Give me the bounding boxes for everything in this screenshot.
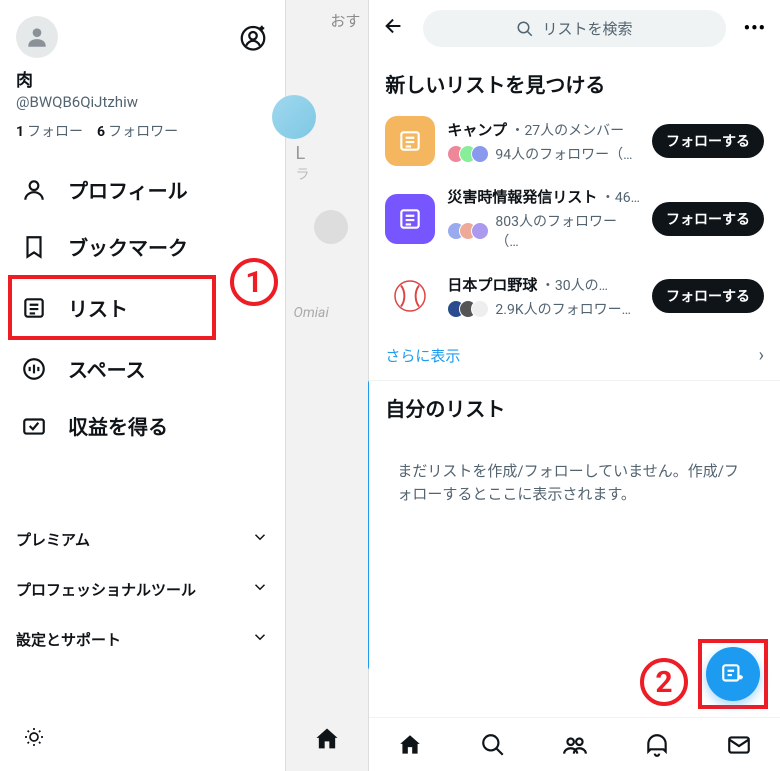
search-icon [516,20,534,38]
bookmark-icon [20,233,48,261]
follow-list-button[interactable]: フォローする [652,279,764,313]
theme-toggle-icon[interactable] [16,719,52,755]
list-followers-count: 94人のフォロワー（… [495,144,632,164]
empty-state-message: まだリストを作成/フォローしていません。作成/フォローするとここに表示されます。 [369,430,780,535]
bottom-navigation [369,717,780,771]
follower-avatars [447,145,489,163]
nav-professional[interactable]: プロフェッショナルツール [16,564,269,614]
suggested-list-item[interactable]: 災害時情報発信リスト ・46… 803人のフォロワー（… フォローする [369,176,780,261]
chevron-down-icon [251,528,269,550]
discover-lists-title: 新しいリストを見つける [369,57,780,106]
list-members: ・46… [597,190,640,206]
nav-monetization[interactable]: 収益を得る [16,397,269,454]
blurred-text: L [296,143,363,164]
list-thumbnail [385,116,435,166]
follower-avatars [447,222,489,240]
nav-premium[interactable]: プレミアム [16,514,269,564]
create-list-fab[interactable] [706,647,760,701]
list-name: 災害時情報発信リスト [447,188,597,206]
chevron-down-icon [251,628,269,650]
tab-notifications[interactable] [637,725,677,765]
list-icon [20,294,48,322]
nav-bookmarks[interactable]: ブックマーク [16,218,269,275]
navigation-drawer: 肉 @BWQB6QiJtzhiw 1フォロー 6フォロワー プロフィール ブック… [0,0,285,771]
list-members: ・27人のメンバー [507,123,624,139]
monetization-icon [20,412,48,440]
user-display-name: 肉 [16,66,269,91]
list-members: ・30人の… [537,278,608,294]
list-followers-count: 2.9K人のフォロワー… [495,299,631,319]
add-account-icon[interactable] [237,21,269,53]
nav-lists[interactable]: リスト [8,275,216,340]
show-more-button[interactable]: さらに表示 › [369,331,780,381]
nav-spaces[interactable]: スペース [16,340,269,397]
blurred-avatar [272,95,316,139]
lists-screen: リストを検索 ••• 新しいリストを見つける キャンプ ・27人のメンバー 94人… [369,0,780,771]
list-name: キャンプ [447,121,507,139]
spaces-icon [20,355,48,383]
profile-icon [20,176,48,204]
your-lists-title: 自分のリスト [369,381,780,430]
user-handle: @BWQB6QiJtzhiw [16,93,269,111]
create-list-fab-highlight [698,639,768,709]
tab-home[interactable] [390,725,430,765]
background-timeline: おす L ラ Omiai [285,0,370,771]
tab-messages[interactable] [719,725,759,765]
list-thumbnail [385,271,435,321]
home-tab-icon[interactable] [313,725,341,757]
suggested-list-item[interactable]: 日本プロ野球 ・30人の… 2.9K人のフォロワー… フォローする [369,261,780,331]
blurred-avatar-small [314,210,348,244]
nav-settings[interactable]: 設定とサポート [16,614,269,664]
recommended-tab-label: おす [286,0,369,41]
chevron-down-icon [251,578,269,600]
list-name: 日本プロ野球 [447,276,537,294]
suggested-list-item[interactable]: キャンプ ・27人のメンバー 94人のフォロワー（… フォローする [369,106,780,176]
chevron-right-icon: › [759,345,764,366]
search-input[interactable]: リストを検索 [423,10,725,47]
follower-avatars [447,300,489,318]
back-button[interactable] [383,15,405,43]
profile-avatar[interactable] [16,16,58,58]
omiai-label: Omiai [294,305,329,321]
tab-communities[interactable] [555,725,595,765]
list-thumbnail [385,194,435,244]
follow-list-button[interactable]: フォローする [652,124,764,158]
follow-stats[interactable]: 1フォロー 6フォロワー [16,121,269,141]
tab-search[interactable] [473,725,513,765]
more-options-button[interactable]: ••• [744,18,766,39]
list-followers-count: 803人のフォロワー（… [495,211,640,251]
follow-list-button[interactable]: フォローする [652,202,764,236]
nav-profile[interactable]: プロフィール [16,161,269,218]
